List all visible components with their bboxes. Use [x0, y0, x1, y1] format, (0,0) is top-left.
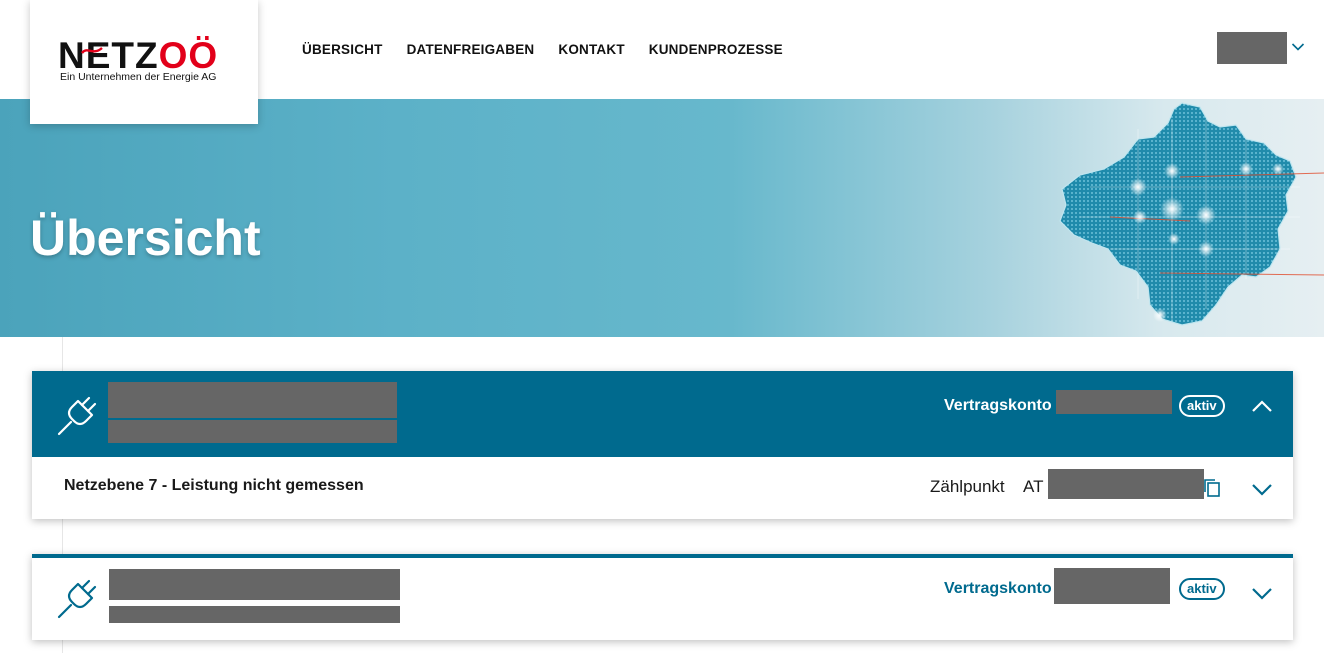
nav-kontakt[interactable]: KONTAKT — [558, 42, 624, 57]
copy-icon[interactable] — [1203, 478, 1221, 498]
status-badge: aktiv — [1179, 395, 1225, 417]
netzebene-label: Netzebene 7 - Leistung nicht gemessen — [64, 477, 364, 494]
customer-name-redacted — [109, 569, 400, 600]
chevron-down-icon[interactable] — [1251, 586, 1273, 600]
address-redacted — [109, 606, 400, 623]
logo[interactable]: NETZOÖ Ein Unternehmen der Energie AG — [30, 0, 258, 124]
logo-swoosh-icon — [81, 47, 103, 54]
contract-card-header[interactable]: Vertragskonto aktiv — [32, 371, 1293, 457]
address-redacted — [108, 420, 397, 443]
vertragskonto-number-redacted — [1056, 390, 1172, 414]
user-menu-redacted[interactable] — [1217, 32, 1287, 64]
chevron-down-icon[interactable] — [1291, 42, 1305, 52]
zaehlpunkt-label: Zählpunkt — [930, 477, 1005, 496]
vertragskonto-label: Vertragskonto — [944, 397, 1052, 414]
chevron-down-icon[interactable] — [1251, 482, 1273, 496]
region-map-illustration — [1059, 102, 1324, 326]
hero-banner: Übersicht — [0, 99, 1324, 337]
main-nav: ÜBERSICHT DATENFREIGABEN KONTAKT KUNDENP… — [302, 42, 783, 57]
customer-name-redacted — [108, 382, 397, 418]
status-badge: aktiv — [1179, 578, 1225, 600]
plug-icon — [57, 579, 97, 619]
zaehlpunkt-number-redacted — [1048, 469, 1204, 499]
vertragskonto-label: Vertragskonto — [944, 580, 1052, 597]
nav-kundenprozesse[interactable]: KUNDENPROZESSE — [649, 42, 783, 57]
plug-icon — [57, 396, 97, 436]
contract-card[interactable]: Vertragskonto aktiv — [32, 554, 1293, 640]
nav-uebersicht[interactable]: ÜBERSICHT — [302, 42, 383, 57]
vertragskonto-number-redacted — [1054, 568, 1170, 604]
chevron-up-icon[interactable] — [1251, 399, 1273, 413]
contract-card: Vertragskonto aktiv Netzebene 7 - Leistu… — [32, 371, 1293, 519]
nav-datenfreigaben[interactable]: DATENFREIGABEN — [407, 42, 535, 57]
logo-tagline: Ein Unternehmen der Energie AG — [60, 71, 217, 83]
zaehlpunkt-prefix: AT — [1023, 477, 1044, 496]
page-title: Übersicht — [30, 210, 261, 266]
